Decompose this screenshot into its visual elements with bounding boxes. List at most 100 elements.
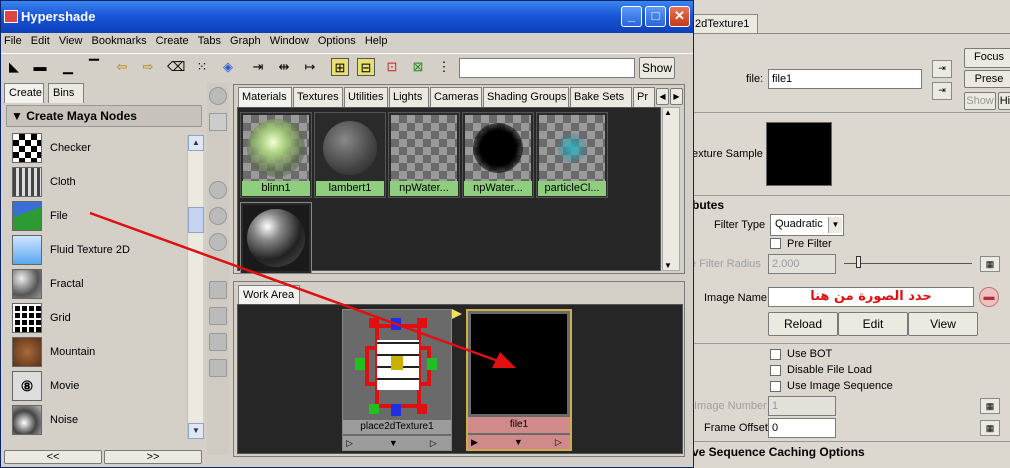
section-file-attributes[interactable]: butes [692,198,724,212]
tab-scroll-right-icon[interactable]: ▶ [670,88,683,105]
list-item[interactable]: File [10,199,186,233]
go-to-output-icon[interactable]: ⇥ [932,82,952,100]
scroll-thumb[interactable] [188,207,204,233]
disable-file-load-checkbox[interactable] [770,365,781,376]
graph-nodes-icon[interactable]: ⁙ [193,58,211,76]
swatch-lambert1[interactable]: lambert1 [314,112,386,198]
chevron-up-icon[interactable]: ▲ [188,135,204,151]
tab-textures[interactable]: Textures [293,87,343,107]
input-connections-icon[interactable]: ⇥ [249,58,267,76]
node-port-bar[interactable]: ▷ ▼ ▷ [343,436,451,450]
create-maya-nodes-header[interactable]: ▼ Create Maya Nodes [6,105,202,127]
search-input[interactable] [459,58,635,78]
sphere-icon[interactable] [209,233,227,251]
menu-options[interactable]: Options [318,35,356,47]
chevron-up-icon[interactable]: ▲ [664,108,672,117]
minimize-icon[interactable]: _ [621,6,642,27]
tab-lights[interactable]: Lights [389,87,429,107]
menu-help[interactable]: Help [365,35,388,47]
graph-layout-alt-icon[interactable]: ⊟ [357,58,375,76]
node-file1[interactable]: file1 ▶ ▼ ▷ [466,309,572,451]
arrow-left-icon[interactable]: ⇦ [113,58,131,76]
sort-time-icon[interactable] [209,333,227,351]
menu-file[interactable]: File [4,35,22,47]
sort-reverse-icon[interactable] [209,359,227,377]
swatch-npwater2[interactable]: npWater... [462,112,534,198]
in-out-connections-icon[interactable]: ⇹ [275,58,293,76]
swatch-unnamed[interactable] [240,202,312,274]
frame-icon[interactable]: ⊠ [409,58,427,76]
view-button[interactable]: View [908,312,978,336]
tab-utilities[interactable]: Utilities [344,87,388,107]
hierarchy-icon[interactable]: ⋮ [435,58,453,76]
menu-view[interactable]: View [59,35,83,47]
list-item[interactable]: Cloth [10,165,186,199]
edit-button[interactable]: Edit [838,312,908,336]
swatch-particlecloud[interactable]: particleCl... [536,112,608,198]
arrow-right-icon[interactable]: ⇨ [139,58,157,76]
layout-top-bottom-icon[interactable]: ▬ [31,58,49,76]
menu-bookmarks[interactable]: Bookmarks [92,35,147,47]
list-item[interactable]: Fluid Texture 2D [10,233,186,267]
grid-view-icon[interactable] [209,113,227,131]
swatch-npwater1[interactable]: npWater... [388,112,460,198]
slider-handle[interactable] [856,256,861,268]
chevron-down-icon[interactable]: ▼ [664,261,672,270]
tab-shading-groups[interactable]: Shading Groups [483,87,569,107]
menu-tabs[interactable]: Tabs [198,35,221,47]
swatch-blinn1[interactable]: blinn1 [240,112,312,198]
title-bar[interactable]: Hypershade _ □ ✕ [1,1,693,33]
sphere-icon[interactable] [209,87,227,105]
map-button-icon[interactable]: ▦ [980,256,1000,272]
file-name-field[interactable]: file1 [768,69,922,89]
graph-layout-icon[interactable]: ⊞ [331,58,349,76]
node-list-scrollbar[interactable]: ▲ ▼ [187,135,204,439]
sort-icon[interactable] [209,281,227,299]
image-name-field[interactable]: حدد الصورة من هنا [768,287,974,307]
sort-type-icon[interactable] [209,307,227,325]
pre-filter-radius-slider[interactable] [844,263,972,264]
list-item[interactable]: Fractal [10,267,186,301]
map-button-icon[interactable]: ▦ [980,420,1000,436]
list-item[interactable]: ⑧ Movie [10,369,186,403]
tab-scroll-left-icon[interactable]: ◀ [656,88,669,105]
menu-graph[interactable]: Graph [230,35,261,47]
pin-icon[interactable]: ◣ [5,58,23,76]
scroll-left-button[interactable]: << [4,450,102,464]
image-number-field[interactable]: 1 [768,396,836,416]
maximize-icon[interactable]: □ [645,6,666,27]
chevron-down-icon[interactable]: ▼ [188,423,204,439]
sphere-icon[interactable] [209,207,227,225]
pre-filter-radius-field[interactable]: 2.000 [768,254,836,274]
list-item[interactable]: Checker [10,131,186,165]
folder-browse-icon[interactable]: ▬ [979,287,999,307]
close-icon[interactable]: ✕ [669,6,690,27]
pre-filter-checkbox[interactable] [770,238,781,249]
output-connections-icon[interactable]: ↦ [301,58,319,76]
reload-button[interactable]: Reload [768,312,838,336]
section-caching-options[interactable]: ve Sequence Caching Options [692,445,865,459]
scroll-right-button[interactable]: >> [104,450,202,464]
node-place2dtexture1[interactable]: place2dTexture1 ▷ ▼ ▷ [342,309,452,451]
tab-bins[interactable]: Bins [48,83,84,103]
menu-edit[interactable]: Edit [31,35,50,47]
show-button[interactable]: Show [639,57,675,79]
use-image-sequence-checkbox[interactable] [770,381,781,392]
attr-tab-place2dtexture[interactable]: 2dTexture1 [690,14,758,34]
work-area-graph[interactable]: place2dTexture1 ▷ ▼ ▷ file1 ▶ ▼ ▷ [237,304,683,454]
presets-button[interactable]: Prese [964,70,1010,88]
layout-top-icon[interactable]: ▔ [85,58,103,76]
list-item[interactable]: Grid [10,301,186,335]
filter-type-dropdown[interactable]: Quadratic ▼ [770,214,844,236]
list-item[interactable]: Noise [10,403,186,437]
eraser-icon[interactable]: ⌫ [167,58,185,76]
menu-create[interactable]: Create [156,35,189,47]
tab-work-area[interactable]: Work Area [238,285,300,304]
materials-scrollbar[interactable]: ▲ ▼ [662,107,680,271]
tab-materials[interactable]: Materials [238,87,292,108]
menu-window[interactable]: Window [270,35,309,47]
map-button-icon[interactable]: ▦ [980,398,1000,414]
tab-create[interactable]: Create [4,83,44,103]
render-icon[interactable]: ◈ [219,58,237,76]
focus-button[interactable]: Focus [964,48,1010,68]
